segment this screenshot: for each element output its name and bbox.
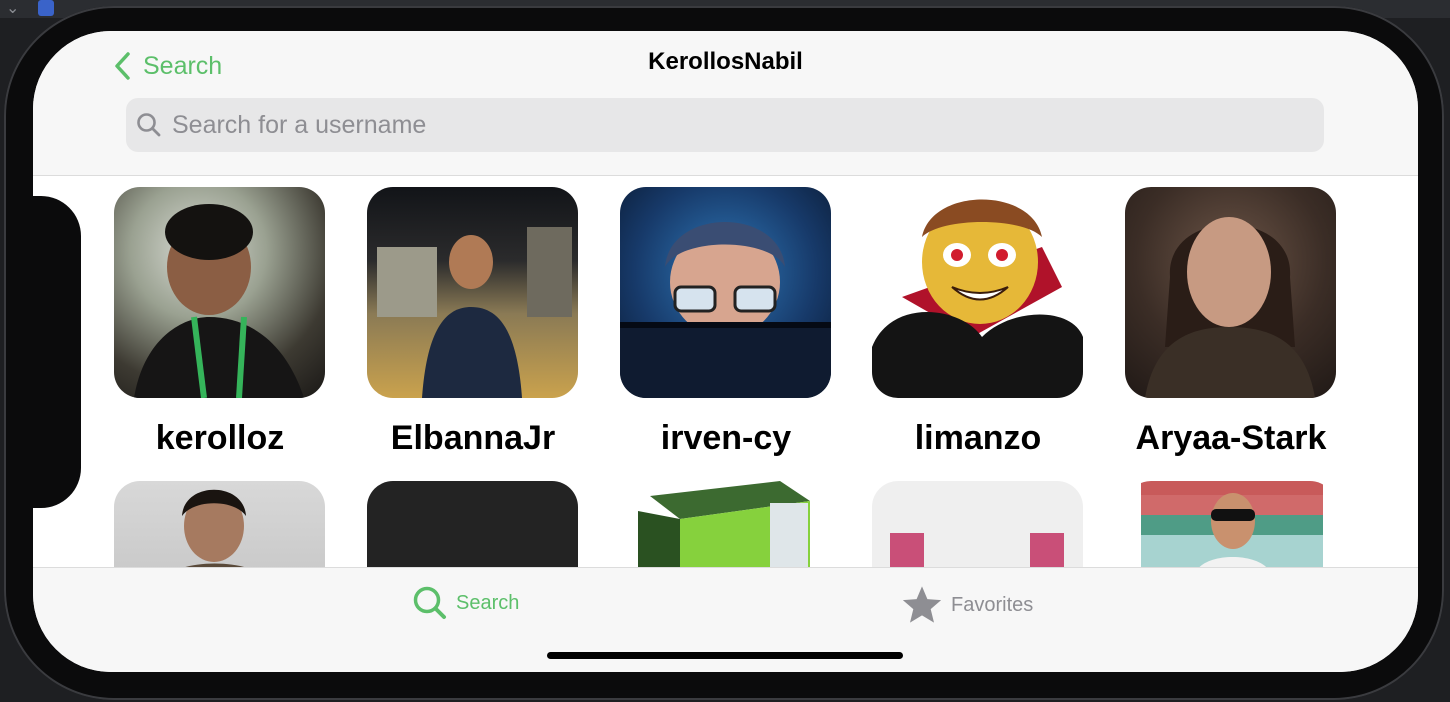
tab-favorites-label: Favorites [951,593,1034,616]
tab-search[interactable]: Search [412,585,519,621]
username-label: limanzo [914,419,1042,457]
avatar [620,481,831,568]
avatar [114,481,325,568]
search-icon [137,113,161,137]
magnifier-icon [413,586,446,619]
star-icon [902,586,942,623]
app-icon [38,0,54,16]
follower-cell[interactable]: Aryaa-Stark [1125,187,1337,458]
username-label: kerolloz [155,419,285,457]
follower-cell[interactable]: kerolloz [114,187,326,458]
follower-cell[interactable]: irven-cy [620,187,832,458]
username-label: ElbannaJr [390,419,556,457]
avatar [1125,481,1336,568]
app-screen: Search KerollosNabil keroll [33,31,1418,672]
avatar [367,481,578,568]
tab-search-label: Search [456,591,520,614]
username-label: Aryaa-Stark [1135,419,1327,457]
avatar [620,187,831,398]
avatar [367,187,578,398]
follower-cell[interactable] [620,481,832,568]
username-label: irven-cy [660,419,792,457]
follower-cell[interactable] [872,481,1084,568]
follower-cell[interactable]: ElbannaJr [367,187,579,458]
follower-cell[interactable] [367,481,579,568]
search-input[interactable] [170,109,1274,141]
follower-cell[interactable] [114,481,326,568]
followers-grid: kerolloz ElbannaJr irven-cy limanzo Arya… [33,176,1418,568]
chevron-down-icon: ⌄ [6,0,20,17]
home-indicator [547,652,903,659]
navigation-bar: Search KerollosNabil [33,31,1418,176]
avatar [1125,187,1336,398]
follower-cell[interactable]: limanzo [872,187,1084,458]
page-title: KerollosNabil [648,48,803,75]
device-notch [33,196,81,508]
follower-cell[interactable] [1125,481,1337,568]
avatar [872,187,1083,398]
avatar [114,187,325,398]
tab-favorites[interactable]: Favorites [901,585,1033,625]
avatar [872,481,1083,568]
search-bar[interactable] [126,98,1324,152]
